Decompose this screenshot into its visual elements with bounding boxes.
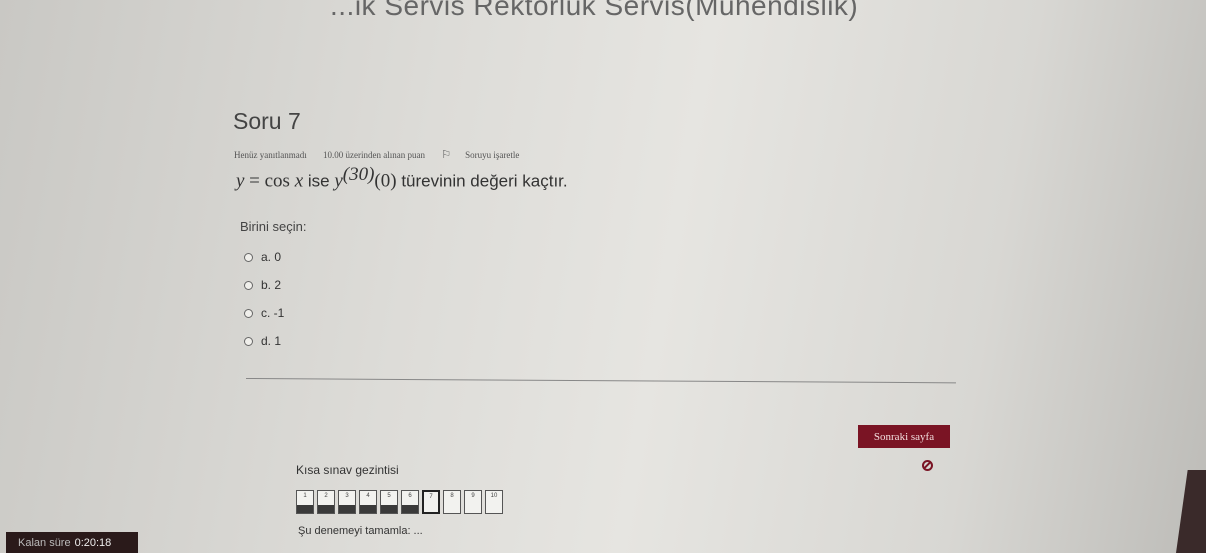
math-y: y: [236, 170, 245, 192]
math-equals: =: [249, 170, 260, 192]
divider: [245, 378, 956, 384]
answer-list: a. 0 b. 2 c. -1 d. 1: [244, 243, 284, 355]
page-header-title: ...ik Servis Rektörlük Servis(Mühendisli…: [330, 0, 859, 21]
quiz-nav-button-7[interactable]: 7: [422, 490, 440, 514]
math-cos: cos: [264, 170, 290, 192]
question-text: y = cos x ise y(30)(0) türevinin değeri …: [236, 164, 568, 193]
quiz-nav-button-2[interactable]: 2: [317, 490, 335, 514]
background-edge: [1176, 470, 1206, 553]
timer-value: 0:20:18: [74, 536, 112, 549]
question-text-rest: türevinin değeri kaçtır.: [401, 171, 568, 191]
quiz-nav-button-3[interactable]: 3: [338, 490, 356, 514]
finish-attempt-link[interactable]: Şu denemeyi tamamla: ...: [298, 525, 423, 537]
question-number: Soru 7: [233, 108, 301, 134]
radio-button[interactable]: [244, 308, 253, 318]
flag-question-link[interactable]: ⚐ Soruyu işaretle: [441, 149, 533, 161]
next-page-button[interactable]: Sonraki sayfa: [858, 425, 950, 448]
question-status: Henüz yanıtlanmadı: [234, 150, 307, 160]
quiz-nav-button-4[interactable]: 4: [359, 490, 377, 514]
quiz-nav-button-9[interactable]: 9: [464, 490, 482, 514]
radio-button[interactable]: [244, 280, 253, 290]
quiz-nav-button-6[interactable]: 6: [401, 490, 419, 514]
math-derivative-order: (30): [342, 164, 375, 185]
flag-icon: ⚐: [441, 149, 452, 161]
answer-label: a. 0: [261, 250, 282, 264]
close-icon[interactable]: [922, 460, 933, 471]
answer-option-a[interactable]: a. 0: [244, 243, 284, 271]
answer-label: c. -1: [261, 306, 285, 320]
quiz-nav-button-1[interactable]: 1: [296, 490, 314, 514]
quiz-nav-button-5[interactable]: 5: [380, 490, 398, 514]
answer-label: d. 1: [261, 334, 282, 348]
quiz-navigation-buttons: 1 2 3 4 5 6 7 8 9 10: [296, 490, 503, 514]
answer-label: b. 2: [261, 278, 282, 292]
flag-question-label: Soruyu işaretle: [465, 150, 520, 160]
radio-button[interactable]: [244, 336, 253, 346]
question-info: Henüz yanıtlanmadı 10.00 üzerinden alına…: [234, 148, 547, 161]
answer-option-c[interactable]: c. -1: [244, 299, 284, 327]
quiz-navigation-title: Kısa sınav gezintisi: [296, 463, 399, 477]
timer: Kalan süre 0:20:18: [6, 532, 138, 553]
question-points: 10.00 üzerinden alınan puan: [322, 150, 425, 160]
math-x: x: [294, 170, 304, 192]
answer-option-b[interactable]: b. 2: [244, 271, 284, 299]
answer-option-d[interactable]: d. 1: [244, 327, 284, 355]
radio-button[interactable]: [244, 252, 253, 262]
math-argument: (0): [374, 170, 397, 192]
math-y-derivative: y: [334, 170, 343, 192]
quiz-nav-button-10[interactable]: 10: [485, 490, 503, 514]
text-ise: ise: [307, 171, 330, 191]
quiz-nav-button-8[interactable]: 8: [443, 490, 461, 514]
timer-label: Kalan süre: [18, 536, 71, 549]
answer-prompt: Birini seçin:: [240, 219, 307, 234]
